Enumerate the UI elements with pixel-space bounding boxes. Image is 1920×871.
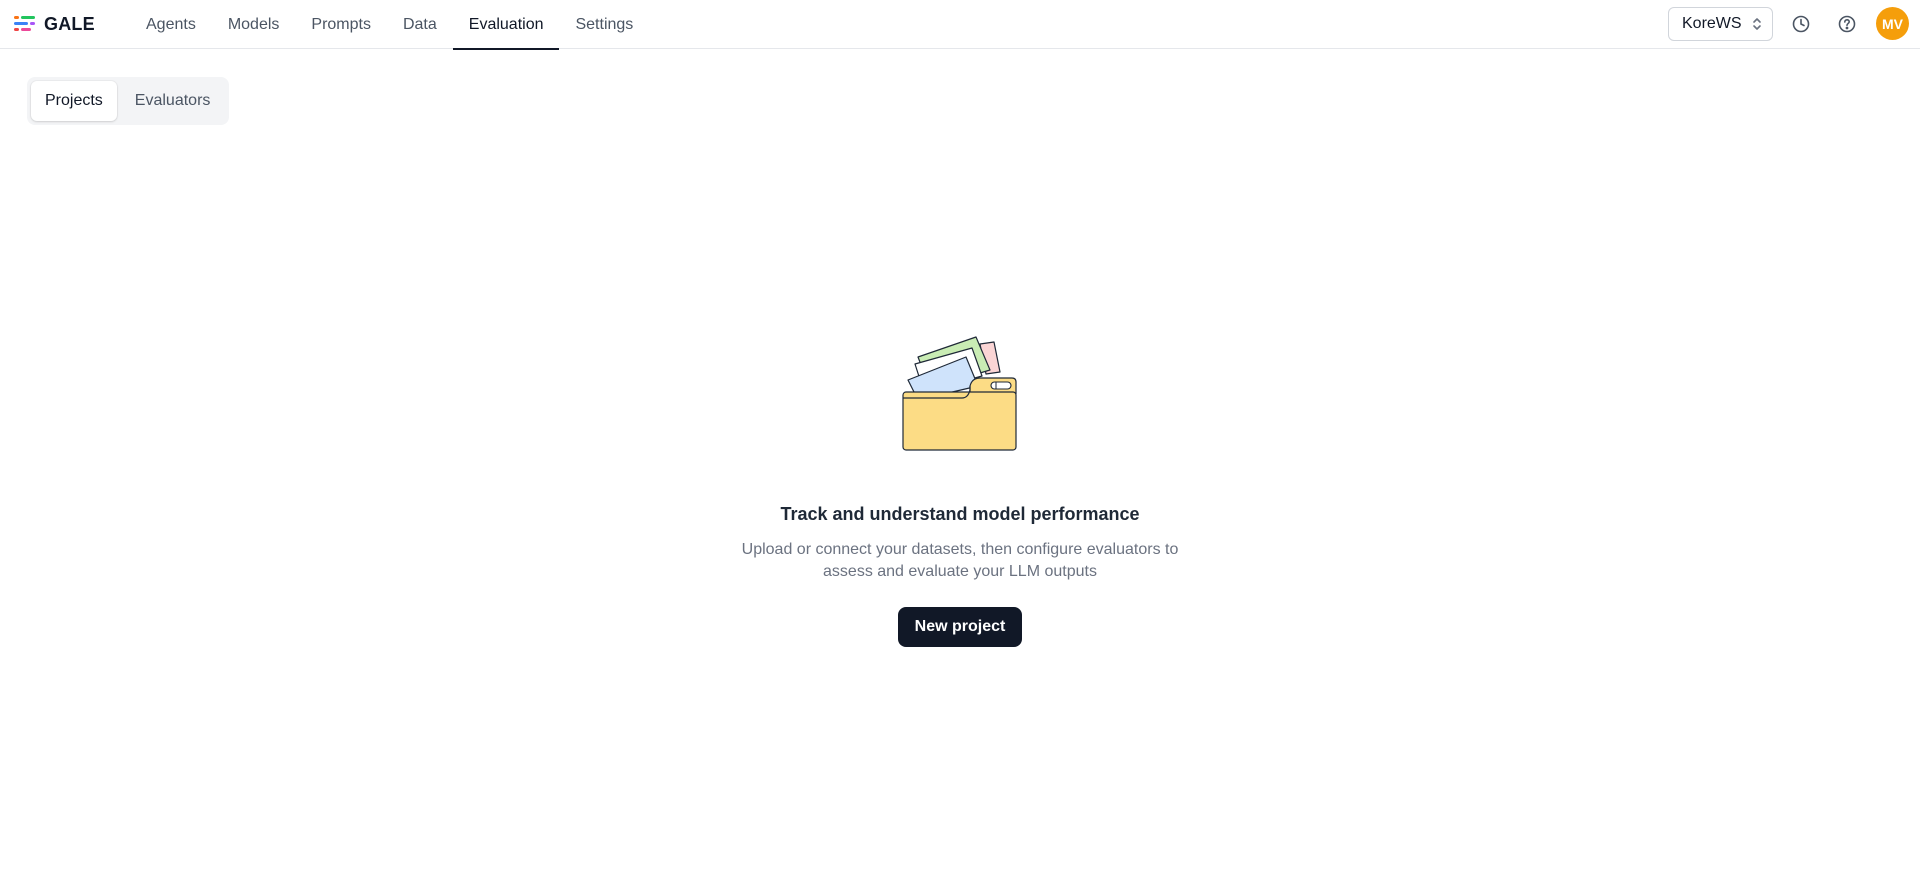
nav-prompts[interactable]: Prompts — [295, 0, 387, 49]
tab-evaluators[interactable]: Evaluators — [121, 81, 225, 121]
empty-state-title: Track and understand model performance — [780, 504, 1140, 524]
chevron-up-down-icon — [1752, 17, 1762, 31]
question-circle-icon — [1837, 14, 1857, 34]
history-button[interactable] — [1788, 11, 1814, 37]
top-navigation-bar: GALE Agents Models Prompts Data Evaluati… — [0, 0, 1920, 50]
nav-data[interactable]: Data — [387, 0, 453, 49]
user-avatar[interactable]: MV — [1876, 7, 1909, 40]
empty-state: Track and understand model performance U… — [660, 336, 1260, 647]
nav-agents[interactable]: Agents — [130, 0, 212, 49]
nav-settings[interactable]: Settings — [559, 0, 649, 49]
workspace-selector[interactable]: KoreWS — [1668, 7, 1773, 41]
tab-projects[interactable]: Projects — [31, 81, 117, 121]
workspace-value: KoreWS — [1682, 15, 1742, 32]
nav-models[interactable]: Models — [212, 0, 296, 49]
clock-icon — [1791, 14, 1811, 34]
brand-name: GALE — [44, 13, 95, 34]
nav-evaluation[interactable]: Evaluation — [452, 0, 560, 50]
empty-state-description: Upload or connect your datasets, then co… — [741, 541, 1179, 580]
gale-logo-icon — [14, 15, 36, 33]
folder-with-documents-icon — [902, 336, 1017, 451]
brand-logo[interactable]: GALE — [14, 12, 95, 36]
help-button[interactable] — [1834, 11, 1860, 37]
evaluation-tabs: Projects Evaluators — [27, 77, 229, 125]
new-project-button[interactable]: New project — [897, 607, 1023, 647]
main-nav: Agents Models Prompts Data Evaluation Se… — [130, 0, 649, 50]
